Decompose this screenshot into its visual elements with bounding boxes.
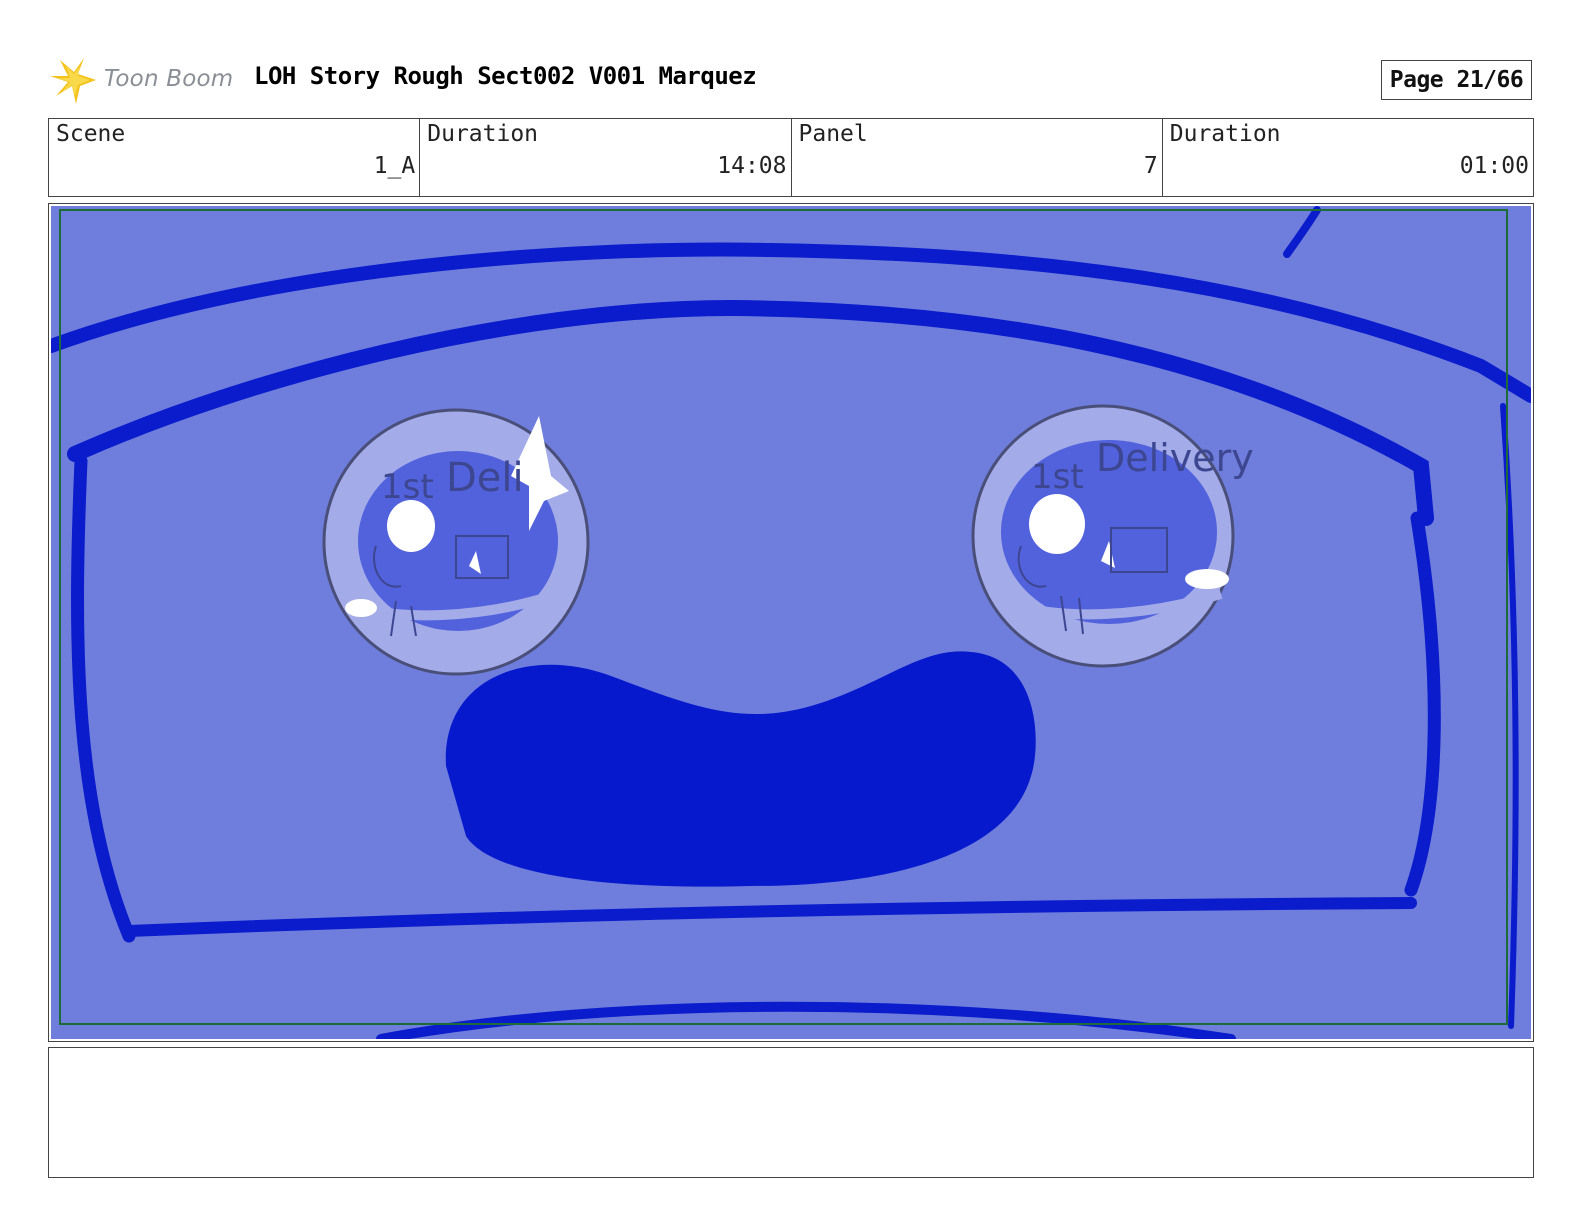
panel-cell: Panel 7 <box>792 119 1163 196</box>
starburst-icon <box>50 58 96 104</box>
panel-label: Panel <box>798 121 868 147</box>
panel-duration-cell: Duration 01:00 <box>1163 119 1533 196</box>
scene-info-table: Scene 1_A Duration 14:08 Panel 7 Duratio… <box>48 118 1534 197</box>
panel-duration-label: Duration <box>1169 121 1281 147</box>
scene-duration-value: 14:08 <box>717 153 787 179</box>
panel-value: 7 <box>1143 153 1158 179</box>
left-eye-text-1: 1st <box>381 467 434 507</box>
left-eye-text-2: Deli <box>446 455 524 501</box>
right-eye-text-2: Delivery <box>1096 436 1254 480</box>
document-title: LOH Story Rough Sect002 V001 Marquez <box>254 62 757 90</box>
toon-boom-logo: Toon Boom <box>50 54 240 106</box>
panel-notes-box <box>48 1047 1534 1178</box>
panel-drawing: 1st Deli 1st Delivery <box>51 206 1531 1039</box>
page-number: Page 21/66 <box>1389 67 1524 93</box>
left-eye: 1st Deli <box>322 408 590 676</box>
scene-duration-label: Duration <box>427 121 539 147</box>
storyboard-panel: 1st Deli 1st Delivery <box>48 203 1534 1042</box>
right-eye-text-1: 1st <box>1031 457 1084 497</box>
logo-wordmark: Toon Boom <box>104 66 234 92</box>
scene-cell: Scene 1_A <box>49 119 421 196</box>
scene-label: Scene <box>56 121 126 147</box>
panel-duration-value: 01:00 <box>1459 153 1529 179</box>
scene-value: 1_A <box>373 153 416 179</box>
page-indicator: Page 21/66 <box>1381 60 1532 100</box>
scene-duration-cell: Duration 14:08 <box>420 119 792 196</box>
